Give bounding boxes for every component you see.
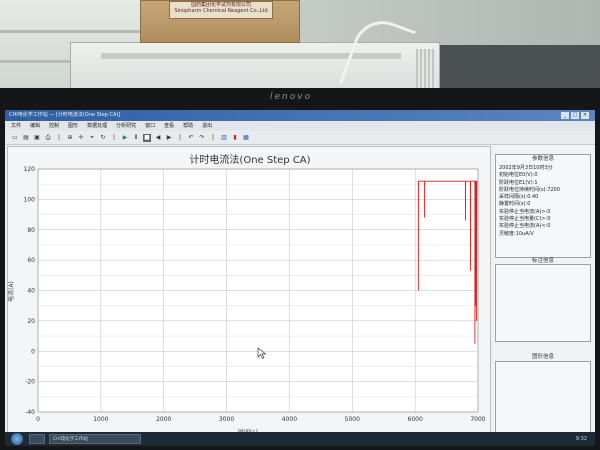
- y-tick-label: 120: [24, 166, 36, 173]
- box-label-line2: Sinopharm Chemical Reagent Co.,Ltd: [174, 8, 268, 14]
- taskbar: CHI电化学工作站 9:32: [5, 432, 595, 446]
- x-tick-label: 3000: [219, 416, 234, 423]
- zoom-icon[interactable]: ⊕: [66, 134, 74, 142]
- menu-window[interactable]: 窗口: [145, 121, 155, 131]
- system-tray-clock: 9:32: [575, 436, 587, 442]
- menu-view[interactable]: 查看: [164, 121, 174, 131]
- param-line: 实验停止当电流(A)<:0: [499, 223, 551, 230]
- figure-info-section: [495, 361, 591, 437]
- y-tick-label: 100: [24, 196, 36, 203]
- plot-panel: 计时电流法(One Step CA) -40 -20 0 20 40 60 80 100 120…: [7, 146, 491, 440]
- params-title: 参数信息: [531, 156, 554, 162]
- taskbar-task[interactable]: CHI电化学工作站: [49, 434, 141, 444]
- menu-edit[interactable]: 编辑: [30, 121, 40, 131]
- y-tick-label: 20: [27, 318, 35, 325]
- window-controls: _ □ ×: [561, 112, 589, 119]
- printer-grille: [416, 49, 436, 89]
- start-orb-icon[interactable]: [11, 433, 23, 445]
- minimize-button[interactable]: _: [561, 112, 569, 119]
- y-tick-label: -40: [25, 409, 35, 416]
- menu-bar: 文件 编辑 控制 图形 数据处理 分析研究 窗口 查看 帮助 退出: [5, 121, 595, 131]
- cardboard-box: 国药集团化学试剂有限公司 Sinopharm Chemical Reagent …: [140, 0, 300, 43]
- x-tick-label: 2000: [156, 416, 171, 423]
- stop-icon[interactable]: ■: [143, 133, 151, 142]
- param-line: 初始电位E0(V):0: [499, 172, 538, 179]
- y-tick-label: -20: [25, 379, 35, 386]
- param-line: 阶跃电位E1(V):1: [499, 179, 538, 186]
- figure-info-title: 图形信息: [531, 354, 554, 360]
- x-tick-label: 5000: [345, 416, 360, 423]
- forward-icon[interactable]: ▶: [165, 134, 173, 142]
- menu-control[interactable]: 控制: [49, 121, 59, 131]
- monitor-screen: CHI电化学工作站 — [计时电流法(One Step CA)] _ □ × 文…: [5, 110, 595, 440]
- new-icon[interactable]: ▭: [11, 134, 19, 142]
- x-tick-label: 6000: [408, 416, 423, 423]
- save-icon[interactable]: ▣: [33, 134, 41, 142]
- color-icon[interactable]: ▮: [231, 134, 239, 142]
- close-button[interactable]: ×: [581, 112, 589, 119]
- toolbar-separator: |: [178, 133, 182, 141]
- y-tick-label: 60: [27, 257, 35, 264]
- taskbar-app-icon[interactable]: [29, 434, 45, 444]
- toolbar-separator: |: [211, 133, 215, 141]
- window-title: CHI电化学工作站 — [计时电流法(One Step CA)]: [9, 112, 121, 118]
- chart[interactable]: -40 -20 0 20 40 60 80 100 120 0 1000 2000 3000 4000 50…: [8, 147, 492, 440]
- monitor-brand: lenovo: [270, 92, 313, 102]
- redo-icon[interactable]: ↷: [198, 134, 206, 142]
- label-info-section: [495, 264, 591, 342]
- grid-icon[interactable]: ▦: [242, 134, 250, 142]
- menu-exit[interactable]: 退出: [202, 121, 212, 131]
- side-panel: 2002年9月3日10时3分 初始电位E0(V):0 阶跃电位E1(V):1 阶…: [493, 146, 593, 440]
- menu-data-processing[interactable]: 数据处理: [87, 121, 107, 131]
- print-icon[interactable]: ⎙: [44, 134, 52, 142]
- chart-icon[interactable]: ▥: [220, 134, 228, 142]
- menu-analysis[interactable]: 分析研究: [116, 121, 136, 131]
- rotate-icon[interactable]: ↻: [99, 134, 107, 142]
- maximize-button[interactable]: □: [571, 112, 579, 119]
- x-tick-label: 7000: [470, 416, 485, 423]
- param-line: 实验停止当电流(A)>:0: [499, 208, 551, 215]
- pointer-icon[interactable]: ✛: [77, 134, 85, 142]
- menu-help[interactable]: 帮助: [183, 121, 193, 131]
- toolbar-separator: |: [112, 133, 116, 141]
- x-tick-label: 0: [36, 416, 40, 423]
- back-icon[interactable]: ◀: [154, 134, 162, 142]
- y-tick-label: 0: [31, 348, 35, 355]
- label-info-title: 标注信息: [531, 258, 554, 264]
- y-tick-label: 80: [27, 227, 35, 234]
- undo-icon[interactable]: ↶: [187, 134, 195, 142]
- param-line: 静置时间(s):0: [499, 201, 531, 208]
- params-section: 2002年9月3日10时3分 初始电位E0(V):0 阶跃电位E1(V):1 阶…: [495, 154, 591, 258]
- y-tick-label: 40: [27, 288, 35, 295]
- toolbar: ▭ ▤ ▣ ⎙ | ⊕ ✛ ⌖ ↻ | ▶ Ⅱ ■ ◀ ▶ | ↶ ↷ | ▥ …: [5, 131, 595, 145]
- menu-file[interactable]: 文件: [11, 121, 21, 131]
- menu-graph[interactable]: 图形: [68, 121, 78, 131]
- param-line: 灵敏度:10uA/V: [499, 230, 534, 237]
- pause-icon[interactable]: Ⅱ: [132, 134, 140, 142]
- toolbar-separator: |: [57, 133, 61, 141]
- box-label: 国药集团化学试剂有限公司 Sinopharm Chemical Reagent …: [169, 1, 273, 19]
- open-icon[interactable]: ▤: [22, 134, 30, 142]
- x-tick-label: 4000: [282, 416, 297, 423]
- run-icon[interactable]: ▶: [121, 134, 129, 142]
- x-tick-label: 1000: [93, 416, 108, 423]
- measure-icon[interactable]: ⌖: [88, 134, 96, 142]
- window-titlebar[interactable]: CHI电化学工作站 — [计时电流法(One Step CA)] _ □ ×: [5, 110, 595, 121]
- y-axis-label: 电流(A): [7, 281, 15, 302]
